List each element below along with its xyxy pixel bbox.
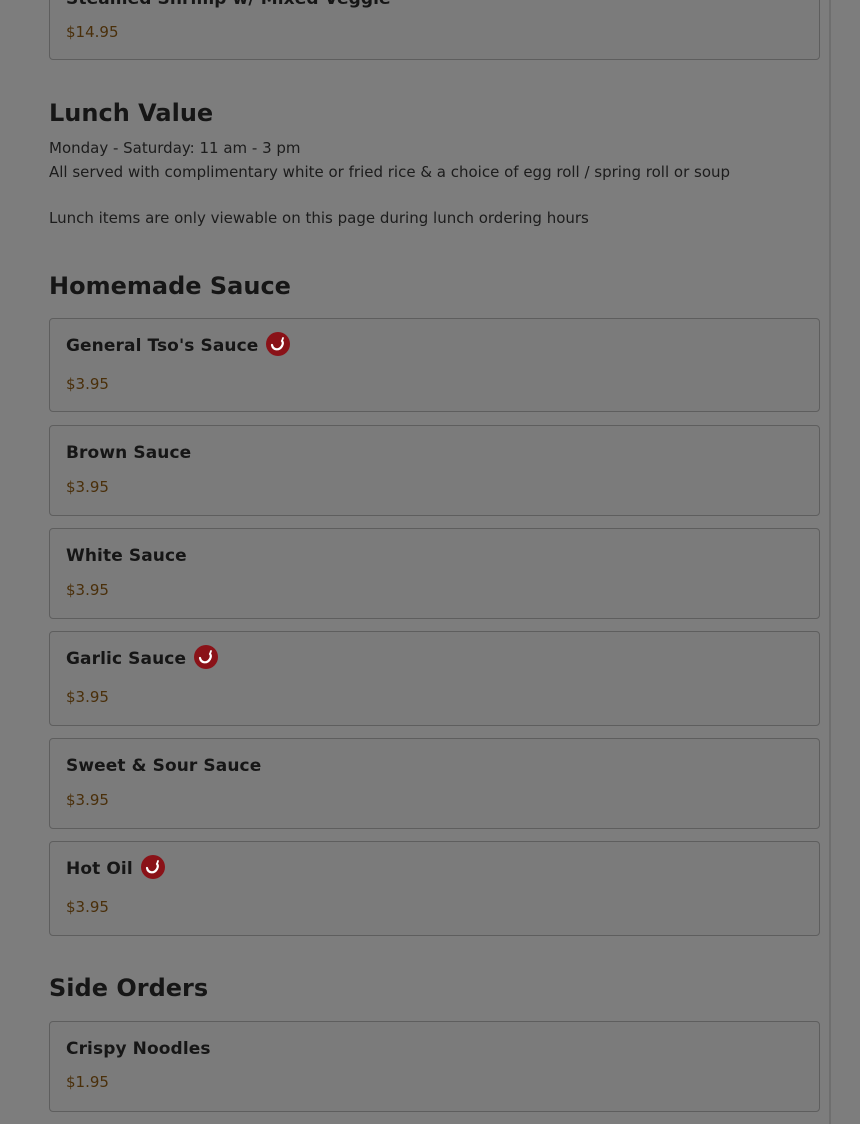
menu-item-price: $1.95 <box>66 1073 109 1091</box>
section-title-sides: Side Orders <box>49 974 209 1002</box>
menu-item-price: $3.95 <box>66 791 109 809</box>
menu-item-card[interactable]: General Tso's Sauce $3.95 <box>49 318 820 412</box>
menu-item-name: Garlic Sauce <box>66 645 219 671</box>
lunch-details: All served with complimentary white or f… <box>49 163 731 181</box>
menu-item-card[interactable]: Steamed Shrimp w/ Mixed Veggie $14.95 <box>49 0 820 60</box>
menu-page: Steamed Shrimp w/ Mixed Veggie $14.95 Lu… <box>0 0 831 1124</box>
menu-item-label: Garlic Sauce <box>66 649 187 669</box>
menu-item-label: General Tso's Sauce <box>66 336 259 356</box>
menu-item-label: Hot Oil <box>66 859 133 879</box>
menu-item-card[interactable]: White Sauce $3.95 <box>49 528 820 619</box>
menu-item-price: $3.95 <box>66 478 109 496</box>
chili-pepper-icon <box>194 645 219 669</box>
menu-item-name: General Tso's Sauce <box>66 332 291 358</box>
menu-item-name: Crispy Noodles <box>66 1039 211 1059</box>
menu-item-name: White Sauce <box>66 546 187 566</box>
menu-item-name: Steamed Shrimp w/ Mixed Veggie <box>66 0 391 9</box>
menu-item-name: Hot Oil <box>66 855 165 881</box>
menu-item-card[interactable]: Crispy Noodles $1.95 <box>49 1021 820 1112</box>
menu-item-price: $3.95 <box>66 375 109 393</box>
section-title-sauce: Homemade Sauce <box>49 272 291 300</box>
menu-item-name: Brown Sauce <box>66 443 192 463</box>
menu-item-card[interactable]: Sweet & Sour Sauce $3.95 <box>49 738 820 829</box>
chili-pepper-icon <box>266 332 291 356</box>
menu-item-card[interactable]: Hot Oil $3.95 <box>49 841 820 936</box>
chili-pepper-icon <box>140 855 165 879</box>
section-title-lunch: Lunch Value <box>49 99 214 127</box>
menu-item-card[interactable]: Brown Sauce $3.95 <box>49 425 820 516</box>
menu-item-card[interactable]: Garlic Sauce $3.95 <box>49 631 820 726</box>
menu-item-price: $3.95 <box>66 898 109 916</box>
menu-item-name: Sweet & Sour Sauce <box>66 756 262 776</box>
lunch-hours: Monday - Saturday: 11 am - 3 pm <box>49 139 301 157</box>
lunch-note: Lunch items are only viewable on this pa… <box>49 209 589 227</box>
menu-item-price: $3.95 <box>66 581 109 599</box>
menu-item-price: $14.95 <box>66 23 119 41</box>
menu-item-price: $3.95 <box>66 688 109 706</box>
